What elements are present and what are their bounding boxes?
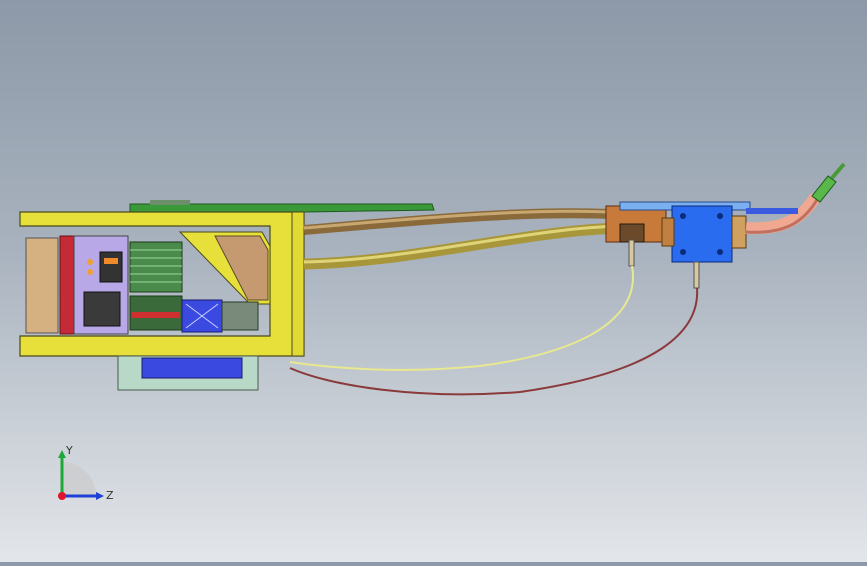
nozzle	[811, 162, 846, 203]
frame-post-right	[291, 211, 305, 357]
fitting-collar	[619, 223, 645, 243]
pump-bolt-4	[717, 249, 723, 255]
triad-quadrant	[62, 462, 96, 496]
indicator-2	[87, 269, 93, 275]
cad-viewport[interactable]: Y Z	[0, 0, 867, 562]
assembly-model[interactable]	[0, 0, 867, 562]
pump-bolt-3	[680, 249, 686, 255]
coordinate-triad: Y Z	[58, 444, 114, 502]
connector-pin-orange	[104, 258, 118, 264]
red-side-plate	[59, 235, 75, 335]
y-axis-head	[58, 450, 66, 458]
connector-block-top	[99, 251, 123, 283]
pump-bolt-2	[717, 213, 723, 219]
wire-red	[289, 287, 699, 396]
left-bracket	[25, 237, 59, 334]
plate-rails	[150, 200, 190, 205]
z-axis-label: Z	[106, 489, 114, 502]
bottom-fan	[141, 357, 243, 379]
top-green-plate	[129, 203, 435, 213]
indicator-1	[87, 259, 93, 265]
pump-bolt-1	[680, 213, 686, 219]
z-axis-head	[96, 492, 104, 500]
connector-block-bottom	[83, 291, 121, 327]
probe-left	[628, 239, 635, 267]
probe-right	[693, 261, 700, 289]
wire-yellow	[289, 265, 634, 371]
blue-strip	[746, 208, 798, 214]
red-strip	[132, 312, 180, 318]
pump-side	[731, 215, 747, 249]
x-axis-origin	[58, 492, 66, 500]
pump-side-left	[661, 217, 675, 247]
fan-base	[221, 301, 259, 331]
y-axis-label: Y	[65, 444, 73, 457]
